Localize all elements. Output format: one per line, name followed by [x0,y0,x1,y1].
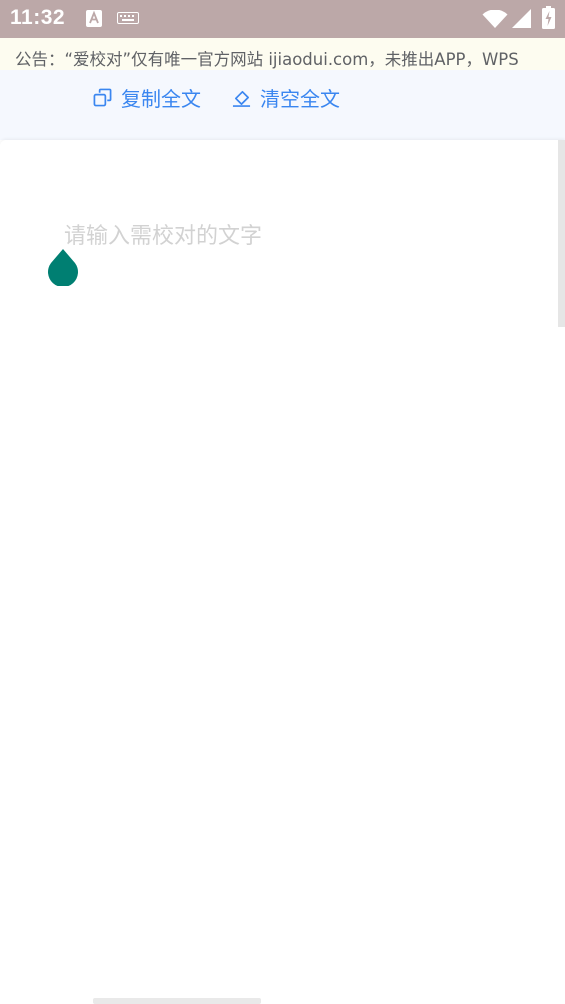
wifi-icon [482,10,508,28]
signal-icon [512,9,531,28]
keyboard-icon [117,12,139,24]
announcement-bar: 公告：“爱校对”仅有唯一官方网站 ijiaodui.com，未推出APP，WPS [0,38,565,70]
copy-icon [93,88,112,106]
text-cursor-handle[interactable] [47,248,79,286]
announcement-text: 公告：“爱校对”仅有唯一官方网站 ijiaodui.com，未推出APP，WPS [15,50,519,69]
scrollbar[interactable] [558,140,565,327]
clear-all-label: 清空全文 [260,86,340,111]
copy-all-label: 复制全文 [121,86,201,111]
status-time: 11:32 [10,6,66,29]
eraser-icon [232,90,251,107]
editor-toolbar: 复制全文 清空全文 [0,70,565,140]
editor-panel [0,140,565,1004]
text-a-icon [86,10,102,27]
clear-all-button[interactable]: 清空全文 [232,82,340,112]
status-bar: 11:32 [0,0,565,38]
bottom-handle [93,998,261,1004]
text-input-area[interactable] [64,218,544,818]
copy-all-button[interactable]: 复制全文 [93,82,201,112]
battery-charging-icon [542,6,555,29]
